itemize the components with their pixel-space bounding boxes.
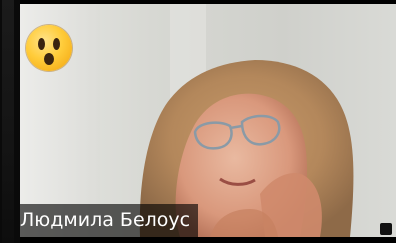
video-feed [20,4,396,237]
surprised-face-emoji-icon [26,25,72,71]
tile-corner-indicator [380,223,392,235]
participant-video-tile[interactable]: Людмила Белоус [20,4,396,240]
emoji-mouth [44,53,54,65]
adjacent-tile-strip [2,0,14,243]
participant-name-label: Людмила Белоус [20,204,199,237]
adjacent-tile-edge [0,0,20,243]
participant-name: Людмила Белоус [20,209,191,231]
emoji-eye-right [53,38,60,50]
emoji-eye-left [38,38,45,50]
